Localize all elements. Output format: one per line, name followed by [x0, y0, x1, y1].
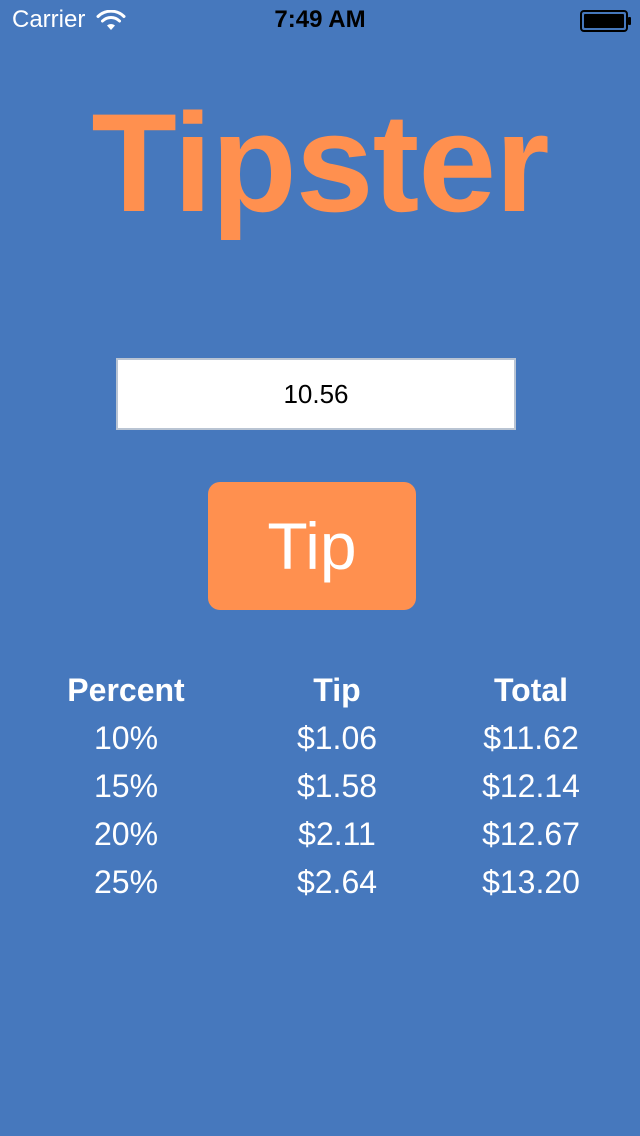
bill-amount-input[interactable]: [116, 358, 516, 430]
total-cell: $12.67: [482, 816, 580, 852]
percent-cell: 10%: [93, 720, 159, 756]
header-percent: Percent: [67, 672, 185, 708]
total-cell: $13.20: [482, 864, 580, 900]
table-row: 20% $2.11 $12.67: [0, 812, 640, 860]
status-time: 7:49 AM: [274, 6, 366, 33]
table-row: 15% $1.58 $12.14: [0, 764, 640, 812]
table-row: 25% $2.64 $13.20: [0, 860, 640, 908]
header-tip: Tip: [313, 672, 361, 708]
tip-cell: $2.64: [296, 864, 378, 900]
percent-cell: 15%: [93, 768, 159, 804]
status-bar: Carrier 7:49 AM: [0, 0, 640, 40]
table-header-row: Percent Tip Total: [0, 668, 640, 716]
total-cell: $12.14: [482, 768, 580, 804]
tip-cell: $2.11: [298, 816, 376, 852]
tipster-screen: Carrier 7:49 AM Tipster Tip Percent Tip …: [0, 0, 640, 1136]
app-title: Tipster: [91, 84, 549, 241]
tip-button[interactable]: Tip: [208, 482, 416, 610]
battery-icon: [580, 10, 631, 32]
tip-cell: $1.58: [296, 768, 378, 804]
table-row: 10% $1.06 $11.62: [0, 716, 640, 764]
tip-cell: $1.06: [296, 720, 378, 756]
total-cell: $11.62: [483, 720, 579, 756]
percent-cell: 25%: [93, 864, 159, 900]
tip-results-table: Percent Tip Total 10% $1.06 $11.62 15% $…: [0, 668, 640, 908]
header-total: Total: [493, 672, 569, 708]
percent-cell: 20%: [93, 816, 159, 852]
